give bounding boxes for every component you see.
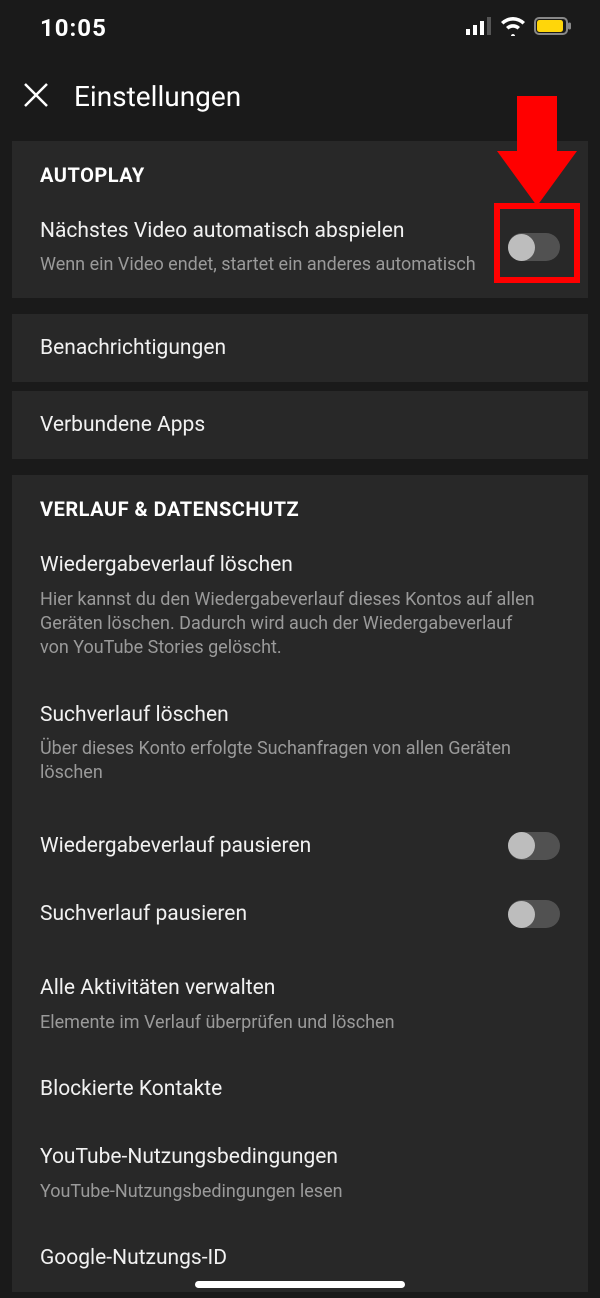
item-clear-watch-history[interactable]: Wiedergabeverlauf löschen Hier kannst du… — [12, 531, 588, 680]
section-privacy: VERLAUF & DATENSCHUTZ Wiedergabeverlauf … — [12, 475, 588, 1292]
item-title: Suchverlauf löschen — [40, 701, 560, 729]
item-connected-apps[interactable]: Verbundene Apps — [12, 391, 588, 459]
toggle-knob — [508, 234, 535, 261]
item-subtitle: YouTube-Nutzungsbedingungen lesen — [40, 1180, 540, 1204]
status-time: 10:05 — [40, 14, 107, 42]
page-title: Einstellungen — [74, 80, 241, 113]
toggle-knob — [508, 832, 535, 859]
item-subtitle: Wenn ein Video endet, startet ein andere… — [40, 253, 488, 277]
item-youtube-terms[interactable]: YouTube-Nutzungsbedingungen YouTube-Nutz… — [12, 1123, 588, 1224]
section-header-autoplay: AUTOPLAY — [12, 141, 588, 197]
item-title: Nächstes Video automatisch abspielen — [40, 217, 488, 245]
item-title: Wiedergabeverlauf pausieren — [40, 832, 488, 860]
item-title: Alle Aktivitäten verwalten — [40, 974, 560, 1002]
home-indicator[interactable] — [195, 1281, 405, 1288]
autoplay-toggle[interactable] — [508, 233, 560, 261]
toggle-knob — [508, 901, 535, 928]
close-icon[interactable] — [22, 81, 50, 113]
pause-search-toggle[interactable] — [508, 900, 560, 928]
section-connected: Verbundene Apps — [12, 391, 588, 459]
item-clear-search-history[interactable]: Suchverlauf löschen Über dieses Konto er… — [12, 681, 588, 806]
item-title: Verbundene Apps — [40, 411, 560, 439]
status-bar: 10:05 — [0, 0, 600, 56]
cellular-signal-icon — [466, 17, 492, 39]
item-subtitle: Hier kannst du den Wiedergabeverlauf die… — [40, 588, 540, 661]
item-pause-search-history[interactable]: Suchverlauf pausieren — [12, 886, 588, 954]
item-blocked-contacts[interactable]: Blockierte Kontakte — [12, 1055, 588, 1123]
app-header: Einstellungen — [0, 56, 600, 141]
wifi-icon — [500, 16, 526, 40]
item-title: Suchverlauf pausieren — [40, 900, 488, 928]
item-pause-watch-history[interactable]: Wiedergabeverlauf pausieren — [12, 806, 588, 886]
item-title: Wiedergabeverlauf löschen — [40, 551, 560, 579]
item-manage-activity[interactable]: Alle Aktivitäten verwalten Elemente im V… — [12, 954, 588, 1055]
status-icons — [466, 16, 572, 40]
item-autoplay-next[interactable]: Nächstes Video automatisch abspielen Wen… — [12, 197, 588, 298]
pause-watch-toggle[interactable] — [508, 832, 560, 860]
item-title: Benachrichtigungen — [40, 334, 560, 362]
item-subtitle: Über dieses Konto erfolgte Suchanfragen … — [40, 737, 540, 786]
battery-icon — [534, 17, 572, 39]
section-autoplay: AUTOPLAY Nächstes Video automatisch absp… — [12, 141, 588, 298]
item-title: Blockierte Kontakte — [40, 1075, 560, 1103]
section-header-privacy: VERLAUF & DATENSCHUTZ — [12, 475, 588, 531]
item-subtitle: Elemente im Verlauf überprüfen und lösch… — [40, 1011, 540, 1035]
item-title: Google-Nutzungs-ID — [40, 1244, 560, 1272]
section-links: Benachrichtigungen — [12, 314, 588, 382]
item-title: YouTube-Nutzungsbedingungen — [40, 1143, 560, 1171]
item-notifications[interactable]: Benachrichtigungen — [12, 314, 588, 382]
